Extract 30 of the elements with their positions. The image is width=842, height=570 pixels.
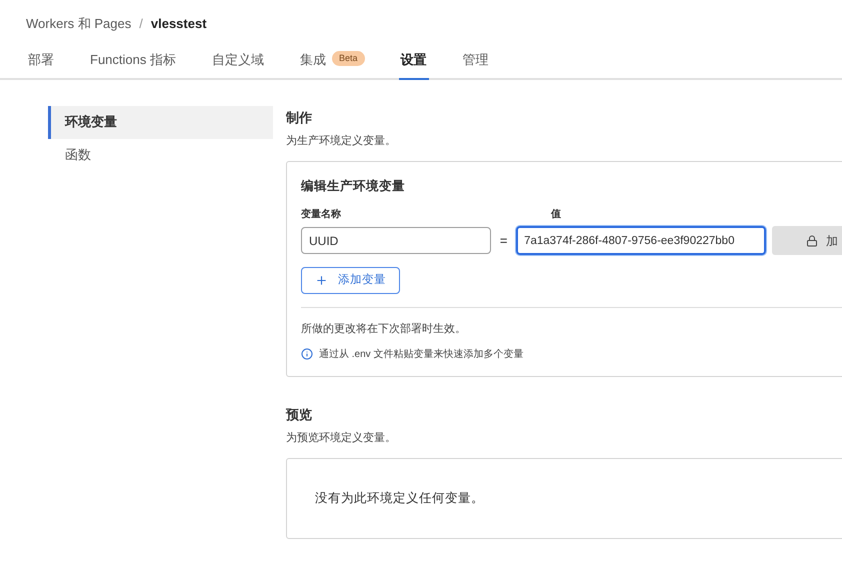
lock-icon bbox=[806, 234, 818, 247]
breadcrumb-link[interactable]: Workers 和 Pages bbox=[26, 14, 132, 34]
input-field[interactable]: 7a1a374f-286f-4807-9756-ee3f90227bb0 bbox=[516, 226, 766, 256]
tab[interactable]: 自定义域 bbox=[210, 50, 266, 80]
add-variable-button[interactable]: 添加变量 bbox=[301, 267, 400, 294]
plus-icon bbox=[315, 274, 328, 288]
sidebar-item[interactable]: 环境变量 bbox=[48, 106, 273, 138]
field-label: 变量名称 bbox=[301, 207, 342, 222]
empty-message: 没有为此环境定义任何变量。 bbox=[315, 490, 484, 507]
info-icon bbox=[301, 348, 313, 360]
beta-badge: Beta bbox=[332, 50, 364, 66]
card-title: 编辑生产环境变量 bbox=[301, 178, 406, 194]
field-label: 值 bbox=[551, 208, 561, 222]
equals-sign: = bbox=[498, 232, 508, 250]
input-field[interactable]: UUID bbox=[301, 227, 492, 254]
tab[interactable]: 管理 bbox=[460, 50, 490, 80]
note-text: 所做的更改将在下次部署时生效。 bbox=[301, 322, 467, 338]
encrypt-button[interactable]: 加 bbox=[772, 226, 842, 256]
page-title: vlesstest bbox=[150, 15, 207, 33]
sidebar-item[interactable]: 函数 bbox=[48, 138, 273, 172]
section-description: 为预览环境定义变量。 bbox=[286, 430, 397, 446]
section-title: 制作 bbox=[286, 108, 313, 126]
section-description: 为生产环境定义变量。 bbox=[286, 134, 397, 149]
tab[interactable]: 集成 Beta bbox=[298, 50, 366, 80]
tab[interactable]: 部署 bbox=[26, 50, 56, 80]
tab[interactable]: Functions 指标 bbox=[88, 50, 178, 80]
hint-text: 通过从 .env 文件粘贴变量来快速添加多个变量 bbox=[319, 348, 524, 362]
section-title: 预览 bbox=[286, 406, 313, 424]
tab[interactable]: 设置 bbox=[398, 50, 428, 80]
breadcrumb-separator: / bbox=[139, 15, 143, 33]
